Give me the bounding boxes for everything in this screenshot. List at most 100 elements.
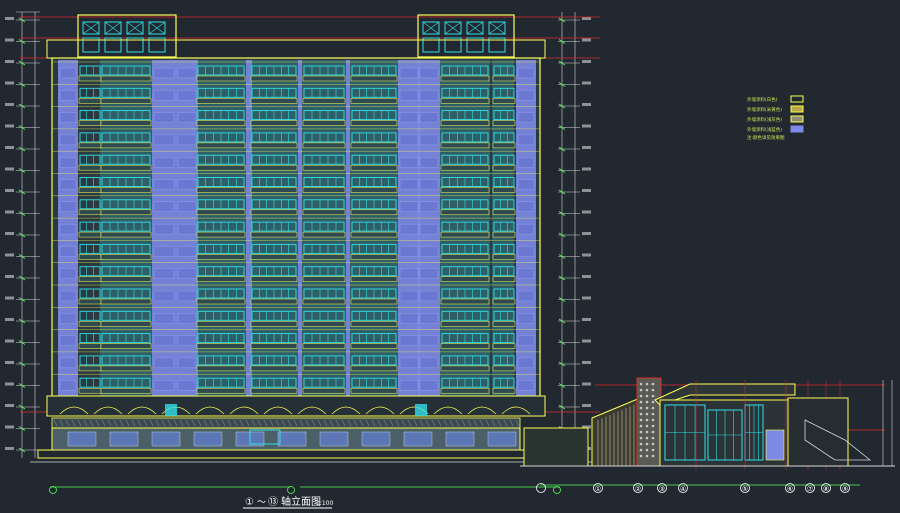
blue-window bbox=[419, 90, 439, 101]
balcony-rail bbox=[250, 321, 298, 327]
balcony-rail bbox=[100, 75, 152, 82]
annex-dot bbox=[651, 406, 655, 410]
blue-window bbox=[399, 201, 419, 213]
balcony-rail bbox=[196, 298, 246, 305]
right-dim-label bbox=[582, 382, 591, 386]
blue-window bbox=[399, 179, 419, 190]
balcony-rail bbox=[302, 120, 346, 126]
balcony-rail bbox=[492, 187, 516, 193]
left-dim-label bbox=[5, 275, 14, 278]
entrance-door bbox=[415, 404, 427, 416]
balcony-rail bbox=[196, 75, 246, 82]
annex-dot bbox=[645, 406, 649, 410]
blue-window bbox=[59, 290, 77, 302]
balcony-rail bbox=[350, 231, 398, 238]
balcony-rail bbox=[302, 254, 346, 260]
balcony-rail bbox=[492, 142, 516, 149]
podium-stone-panel bbox=[193, 431, 223, 447]
blue-window bbox=[517, 223, 535, 235]
left-dim-label bbox=[5, 404, 14, 407]
blue-window bbox=[517, 313, 535, 324]
legend-swatch bbox=[790, 125, 804, 133]
balcony-rail bbox=[78, 164, 102, 171]
balcony-rail bbox=[492, 120, 516, 126]
left-dim-label bbox=[5, 296, 14, 300]
left-dim-label bbox=[5, 425, 14, 429]
blue-window bbox=[153, 201, 175, 213]
balcony-rail bbox=[302, 164, 346, 171]
blue-window bbox=[59, 335, 77, 346]
annex-dot bbox=[639, 406, 643, 410]
balcony-rail bbox=[350, 187, 398, 193]
right-dim-label bbox=[582, 339, 591, 343]
balcony-rail bbox=[492, 75, 516, 82]
right-dim-label bbox=[582, 103, 591, 106]
blue-window bbox=[517, 380, 535, 391]
balcony-rail bbox=[196, 231, 246, 238]
blue-window bbox=[59, 134, 77, 146]
annex-dot bbox=[651, 442, 655, 446]
balcony-rail bbox=[302, 365, 346, 372]
blue-window bbox=[419, 134, 439, 146]
blue-window bbox=[153, 112, 175, 123]
blue-window bbox=[153, 223, 175, 235]
left-dim-label bbox=[5, 146, 14, 149]
blue-window bbox=[399, 223, 419, 235]
balcony-rail bbox=[350, 298, 398, 305]
balcony-rail bbox=[440, 187, 490, 193]
balcony-rail bbox=[196, 98, 246, 104]
annex-dot bbox=[645, 436, 649, 440]
podium-stone-panel bbox=[151, 431, 181, 447]
right-dim-label bbox=[582, 17, 591, 20]
blue-window bbox=[419, 156, 439, 168]
podium-stone-panel bbox=[109, 431, 139, 447]
blue-window bbox=[399, 290, 419, 302]
balcony-rail bbox=[100, 254, 152, 260]
podium-stone-panel bbox=[277, 431, 307, 447]
balcony-rail bbox=[250, 343, 298, 349]
blue-window bbox=[419, 67, 439, 79]
blue-window bbox=[177, 246, 197, 257]
blue-window bbox=[399, 67, 419, 79]
balcony-rail bbox=[302, 75, 346, 82]
balcony-rail bbox=[78, 75, 102, 82]
right-dim-label bbox=[582, 38, 591, 42]
right-dim-label bbox=[582, 361, 591, 364]
left-dim-label bbox=[5, 60, 14, 63]
blue-window bbox=[419, 290, 439, 302]
annex-dot bbox=[639, 418, 643, 422]
annex-dot bbox=[645, 442, 649, 446]
balcony-rail bbox=[350, 209, 398, 216]
balcony-rail bbox=[492, 387, 516, 394]
balcony-rail bbox=[250, 387, 298, 394]
annex-dot bbox=[651, 388, 655, 392]
blue-window bbox=[419, 357, 439, 369]
balcony-rail bbox=[350, 276, 398, 282]
annex-dot bbox=[639, 400, 643, 404]
left-dim-label bbox=[5, 189, 14, 192]
left-dim-label bbox=[5, 339, 14, 343]
blue-window bbox=[153, 67, 175, 79]
balcony-rail bbox=[302, 142, 346, 149]
annex-dot bbox=[651, 418, 655, 422]
balcony-rail bbox=[350, 142, 398, 149]
blue-window bbox=[177, 156, 197, 168]
balcony-rail bbox=[196, 187, 246, 193]
blue-window bbox=[419, 223, 439, 235]
blue-window bbox=[177, 357, 197, 369]
annex-dot bbox=[639, 412, 643, 416]
left-dim-label bbox=[5, 361, 14, 364]
balcony-rail bbox=[250, 187, 298, 193]
right-dim-label bbox=[582, 60, 591, 63]
axis-bubble-label: ⑧ bbox=[823, 485, 829, 493]
blue-window bbox=[419, 201, 439, 213]
blue-window bbox=[177, 380, 197, 391]
balcony-rail bbox=[250, 164, 298, 171]
balcony-rail bbox=[302, 187, 346, 193]
blue-window bbox=[399, 112, 419, 123]
balcony-rail bbox=[100, 387, 152, 394]
annex-dot bbox=[645, 400, 649, 404]
balcony-rail bbox=[250, 98, 298, 104]
blue-window bbox=[177, 335, 197, 346]
drawing-scale: 1:100 bbox=[316, 500, 333, 507]
